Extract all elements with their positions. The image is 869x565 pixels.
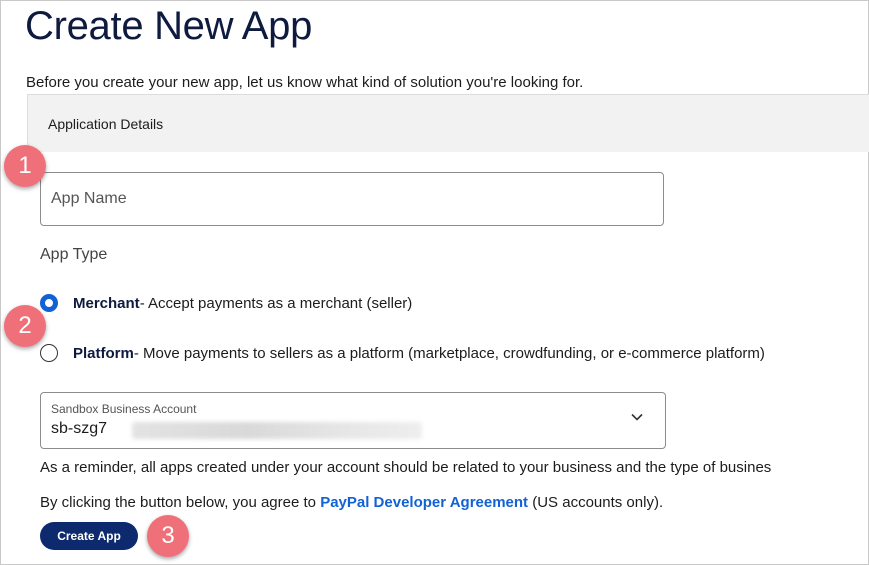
sandbox-account-value: sb-szg7	[51, 420, 108, 437]
chevron-down-icon[interactable]	[631, 411, 643, 423]
step-marker-2: 2	[4, 305, 46, 347]
create-app-button[interactable]: Create App	[40, 522, 138, 550]
step-marker-3: 3	[147, 515, 189, 557]
page-title: Create New App	[25, 4, 313, 48]
platform-radio[interactable]	[40, 344, 58, 362]
developer-agreement-link[interactable]: PayPal Developer Agreement	[320, 494, 528, 511]
section-header: Application Details	[27, 94, 869, 152]
section-title: Application Details	[48, 116, 164, 132]
agreement-suffix: (US accounts only).	[528, 494, 664, 511]
intro-text: Before you create your new app, let us k…	[26, 74, 584, 91]
merchant-radio[interactable]	[40, 294, 58, 312]
radio-option-merchant[interactable]: Merchant - Accept payments as a merchant…	[40, 294, 412, 312]
sandbox-account-label: Sandbox Business Account	[51, 402, 197, 416]
merchant-description: - Accept payments as a merchant (seller)	[139, 294, 413, 312]
merchant-title: Merchant	[73, 294, 140, 312]
redacted-blur	[132, 422, 422, 439]
step-marker-1: 1	[4, 145, 46, 187]
platform-title: Platform	[73, 344, 134, 362]
reminder-text: As a reminder, all apps created under yo…	[40, 459, 772, 476]
app-type-label: App Type	[40, 246, 108, 263]
radio-option-platform[interactable]: Platform - Move payments to sellers as a…	[40, 344, 765, 362]
agreement-prefix: By clicking the button below, you agree …	[40, 494, 321, 511]
platform-description: - Move payments to sellers as a platform…	[133, 344, 765, 362]
sandbox-account-select[interactable]: Sandbox Business Account sb-szg7	[40, 392, 666, 449]
app-name-input[interactable]	[40, 172, 664, 226]
agreement-text: By clicking the button below, you agree …	[40, 494, 663, 511]
